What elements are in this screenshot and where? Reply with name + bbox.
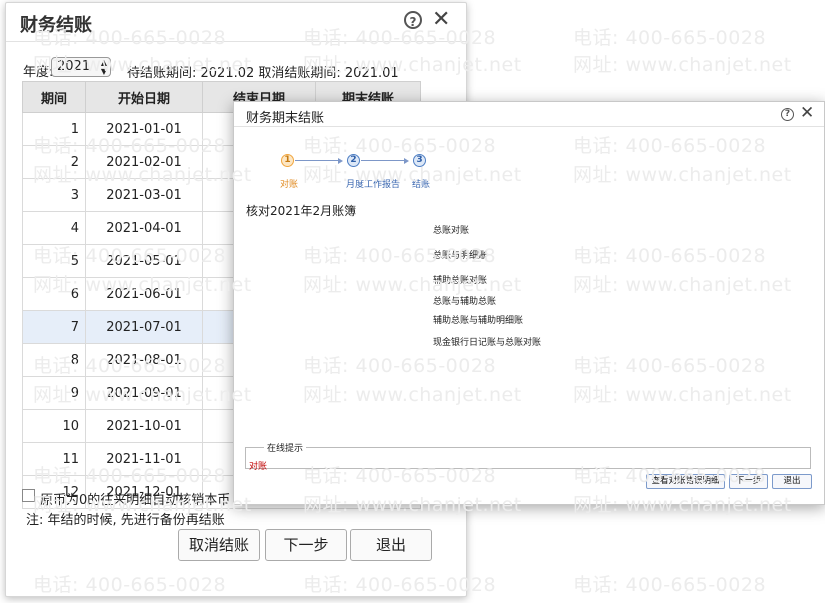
auto-writeoff-label: 原币为0的往来明细自动核销本币 [40, 493, 231, 508]
view-errors-button[interactable]: 查看对账错误明细 [646, 474, 725, 489]
online-tip-label: 在线提示 [264, 441, 307, 454]
period-cell: 1 [22, 112, 86, 146]
period-cell: 2 [22, 145, 86, 179]
step-1-label: 对账 [280, 180, 299, 190]
check-item: 总账与辅助总账 [433, 297, 497, 307]
check-item: 总账对账 [433, 226, 470, 236]
arrow-right-icon [338, 158, 343, 164]
online-tip-box: 在线提示 对账 [245, 441, 811, 472]
exit-button[interactable]: 退出 [772, 474, 812, 489]
next-button[interactable]: 下一步 [265, 529, 347, 561]
step-2-label: 月度工作报告 [346, 180, 401, 190]
check-item: 辅助总账与辅助明细账 [433, 316, 524, 326]
dialog-title: 财务结账 [20, 15, 92, 36]
step-2-icon: 2 [347, 154, 360, 167]
year-value: 2021 [57, 59, 91, 74]
period-cell: 11 [22, 442, 86, 476]
exit-button[interactable]: 退出 [350, 529, 432, 561]
year-label: 年度: [23, 65, 54, 80]
help-icon[interactable]: ? [404, 11, 422, 29]
check-item: 总账与明细账 [433, 251, 488, 261]
watermark-site: 网址: www.chanjet.net [573, 54, 792, 76]
start-date-cell: 2021-10-01 [85, 409, 203, 443]
next-button[interactable]: 下一步 [729, 474, 768, 489]
start-date-cell: 2021-03-01 [85, 178, 203, 212]
online-tip-content: 对账 [249, 462, 268, 472]
col-period: 期间 [22, 81, 86, 113]
title-divider [6, 41, 466, 42]
start-date-cell: 2021-08-01 [85, 343, 203, 377]
period-cell: 8 [22, 343, 86, 377]
check-item: 现金银行日记账与总账对账 [433, 338, 542, 348]
step-connector [361, 160, 406, 161]
title-divider [234, 126, 824, 127]
step-3-icon: 3 [413, 154, 426, 167]
year-select[interactable]: 2021 ▲ ▼ [51, 57, 111, 77]
period-end-close-dialog: 财务期末结账 ? ✕ 1 2 3 对账 月度工作报告 结账 核对2021年2月账… [233, 101, 825, 505]
close-icon[interactable]: ✕ [800, 103, 814, 123]
start-date-cell: 2021-06-01 [85, 277, 203, 311]
period-cell: 5 [22, 244, 86, 278]
period-cell: 9 [22, 376, 86, 410]
period-cell: 4 [22, 211, 86, 245]
start-date-cell: 2021-07-01 [85, 310, 203, 344]
backup-note: 注: 年结的时候, 先进行备份再结账 [26, 513, 225, 528]
start-date-cell: 2021-04-01 [85, 211, 203, 245]
start-date-cell: 2021-01-01 [85, 112, 203, 146]
start-date-cell: 2021-09-01 [85, 376, 203, 410]
help-icon[interactable]: ? [781, 108, 794, 121]
step-1-icon: 1 [281, 154, 294, 167]
watermark-phone: 电话: 400-665-0028 [573, 574, 767, 596]
period-cell: 7 [22, 310, 86, 344]
auto-writeoff-checkbox[interactable] [22, 489, 35, 502]
step-connector [295, 160, 340, 161]
check-title: 核对2021年2月账簿 [246, 204, 357, 218]
cancel-close-button[interactable]: 取消结账 [178, 529, 260, 561]
check-item: 辅助总账对账 [433, 276, 488, 286]
start-date-cell: 2021-02-01 [85, 145, 203, 179]
close-icon[interactable]: ✕ [432, 7, 450, 32]
period-info: 待结账期间: 2021.02 取消结账期间: 2021.01 [127, 66, 399, 81]
start-date-cell: 2021-05-01 [85, 244, 203, 278]
period-cell: 10 [22, 409, 86, 443]
watermark-phone: 电话: 400-665-0028 [573, 27, 767, 49]
arrow-right-icon [404, 158, 409, 164]
period-cell: 6 [22, 277, 86, 311]
start-date-cell: 2021-11-01 [85, 442, 203, 476]
col-start-date: 开始日期 [85, 81, 203, 113]
spinner-arrows-icon: ▲ ▼ [100, 58, 107, 76]
period-cell: 3 [22, 178, 86, 212]
dialog-title: 财务期末结账 [246, 111, 325, 126]
step-3-label: 结账 [412, 180, 431, 190]
